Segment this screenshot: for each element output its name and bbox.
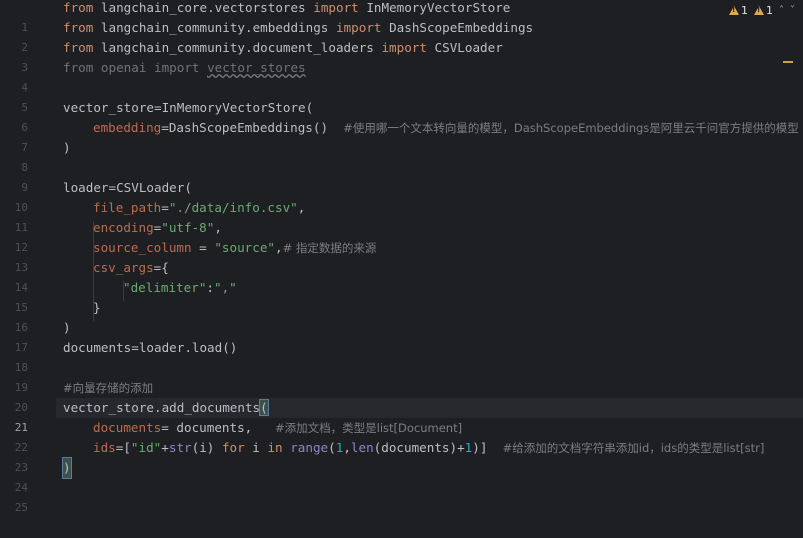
code-line-4[interactable]: 4 from openai import vector_stores bbox=[21, 58, 803, 94]
code-line-17[interactable]: 17 ) bbox=[15, 318, 803, 354]
code-line-16[interactable]: 16 } bbox=[15, 298, 803, 334]
code-line-24[interactable]: 24 ) bbox=[15, 457, 803, 494]
code-line-15[interactable]: 15 "delimiter":"," bbox=[15, 278, 803, 314]
code-line-21-current[interactable]: 21 vector_store.add_documents( bbox=[15, 398, 803, 434]
code-line-14[interactable]: 14 csv_args={ bbox=[15, 258, 803, 294]
code-line-3[interactable]: 3 from langchain_community.document_load… bbox=[21, 38, 803, 74]
code-line-12[interactable]: 12 encoding="utf-8", bbox=[15, 218, 803, 254]
code-line-6[interactable]: 6 vector_store=InMemoryVectorStore( bbox=[21, 98, 803, 134]
code-line-9[interactable]: 9 bbox=[21, 158, 803, 194]
code-line-8[interactable]: 8 ) bbox=[21, 138, 803, 174]
code-line-2[interactable]: 2 from langchain_community.embeddings im… bbox=[21, 18, 803, 54]
code-line-18[interactable]: 18 documents=loader.load() bbox=[15, 338, 803, 374]
code-line-22[interactable]: 22 documents= documents, #添加文档，类型是list[D… bbox=[15, 418, 803, 454]
code-line-20[interactable]: 20 #向量存储的添加 bbox=[15, 378, 803, 414]
matched-bracket-close: ) bbox=[62, 457, 72, 479]
code-area[interactable]: 1 from langchain_core.vectorstores impor… bbox=[15, 0, 803, 514]
code-editor[interactable]: 1 1 ˄ ˅ 1 from langchain_core.vectorstor… bbox=[0, 0, 803, 514]
code-line-5[interactable]: 5 bbox=[21, 78, 803, 114]
code-line-13[interactable]: 13 source_column = "source",# 指定数据的来源 bbox=[15, 238, 803, 274]
code-line-19[interactable]: 19 bbox=[15, 358, 803, 394]
code-line-11[interactable]: 11 file_path="./data/info.csv", bbox=[15, 198, 803, 234]
code-line-23[interactable]: 23 ids=["id"+str(i) for i in range(1,len… bbox=[15, 438, 803, 474]
matched-bracket: ( bbox=[259, 399, 269, 416]
code-line-10[interactable]: 10 loader=CSVLoader( bbox=[15, 178, 803, 214]
code-line-7[interactable]: 7 embedding=DashScopeEmbeddings() #使用哪一个… bbox=[21, 118, 803, 154]
code-line-1[interactable]: 1 from langchain_core.vectorstores impor… bbox=[21, 0, 803, 34]
code-line-25[interactable]: 25 bbox=[15, 478, 803, 514]
